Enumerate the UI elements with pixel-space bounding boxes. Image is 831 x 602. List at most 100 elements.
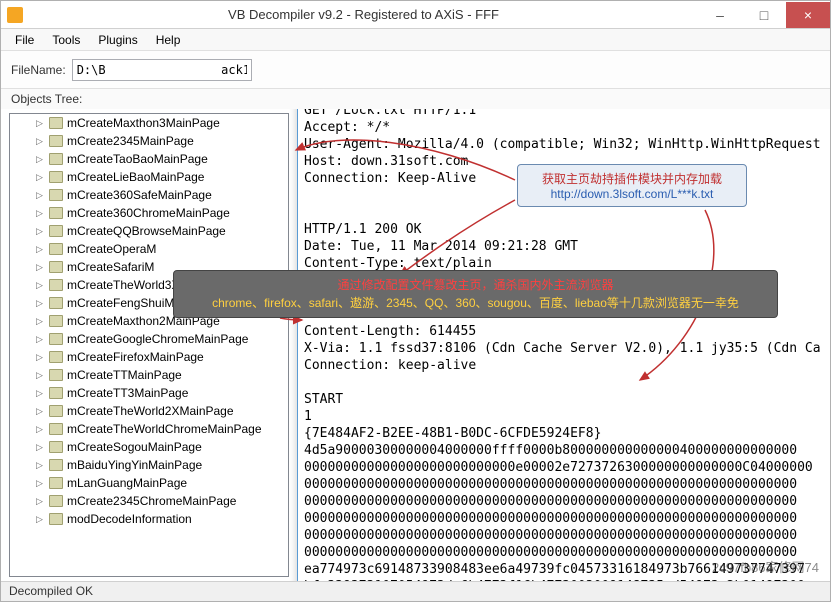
- module-icon: [49, 333, 63, 345]
- tree-item-label: mCreateTaoBaoMainPage: [67, 152, 208, 166]
- filename-input[interactable]: [72, 59, 252, 81]
- module-icon: [49, 513, 63, 525]
- expand-icon[interactable]: ▷: [34, 136, 45, 147]
- menu-tools[interactable]: Tools: [44, 31, 88, 49]
- expand-icon[interactable]: ▷: [34, 406, 45, 417]
- tree-item[interactable]: ▷ mLanGuangMainPage: [10, 474, 288, 492]
- module-icon: [49, 423, 63, 435]
- module-icon: [49, 297, 63, 309]
- titlebar: VB Decompiler v9.2 - Registered to AXiS …: [1, 1, 830, 29]
- tree-item[interactable]: ▷ mCreateTTMainPage: [10, 366, 288, 384]
- annotation-1-line2: http://down.3lsoft.com/L***k.txt: [526, 187, 738, 201]
- expand-icon[interactable]: ▷: [34, 460, 45, 471]
- annotation-callout-2: 通过修改配置文件篡改主页，通杀国内外主流浏览器 chrome、firefox、s…: [173, 270, 778, 318]
- menu-plugins[interactable]: Plugins: [90, 31, 145, 49]
- tree-item[interactable]: ▷ mCreateOperaM: [10, 240, 288, 258]
- annotation-1-line1: 获取主页劫持插件模块并内存加载: [526, 170, 738, 187]
- module-icon: [49, 153, 63, 165]
- tree-item-label: mCreateSogouMainPage: [67, 440, 202, 454]
- tree-item[interactable]: ▷ mCreate360SafeMainPage: [10, 186, 288, 204]
- tree-item[interactable]: ▷mCreateMaxthon3MainPage: [10, 114, 288, 132]
- expand-icon[interactable]: ▷: [34, 262, 45, 273]
- tree-item-label: mLanGuangMainPage: [67, 476, 187, 490]
- tree-item[interactable]: ▷ mCreateFirefoxMainPage: [10, 348, 288, 366]
- module-icon: [49, 315, 63, 327]
- module-icon: [49, 441, 63, 453]
- tree-item[interactable]: ▷ mCreate2345ChromeMainPage: [10, 492, 288, 510]
- expand-icon[interactable]: ▷: [34, 172, 45, 183]
- module-icon: [49, 171, 63, 183]
- annotation-2-line1: 通过修改配置文件篡改主页，通杀国内外主流浏览器: [184, 276, 767, 294]
- app-icon: [7, 7, 23, 23]
- expand-icon[interactable]: ▷: [34, 478, 45, 489]
- filename-label: FileName:: [11, 63, 66, 77]
- tree-item-label: mCreateOperaM: [67, 242, 156, 256]
- annotation-2-line2: chrome、firefox、safari、遨游、2345、QQ、360、sou…: [184, 294, 767, 312]
- tree-item[interactable]: ▷ mCreateTheWorldChromeMainPage: [10, 420, 288, 438]
- expand-icon[interactable]: ▷: [34, 334, 45, 345]
- tree-item-label: mCreateTheWorldChromeMainPage: [67, 422, 262, 436]
- menubar: File Tools Plugins Help: [1, 29, 830, 51]
- expand-icon[interactable]: ▷: [34, 280, 45, 291]
- toolbar: FileName:: [1, 51, 830, 89]
- menu-help[interactable]: Help: [148, 31, 189, 49]
- module-icon: [49, 279, 63, 291]
- tree-item[interactable]: ▷ mCreateQQBrowseMainPage: [10, 222, 288, 240]
- expand-icon[interactable]: ▷: [34, 424, 45, 435]
- tree-item-label: mCreateTT3MainPage: [67, 386, 188, 400]
- module-icon: [49, 477, 63, 489]
- expand-icon[interactable]: ▷: [34, 226, 45, 237]
- expand-icon[interactable]: ▷: [34, 316, 45, 327]
- module-icon: [49, 225, 63, 237]
- statusbar: Decompiled OK: [1, 581, 830, 601]
- tree-item[interactable]: ▷ mCreateTaoBaoMainPage: [10, 150, 288, 168]
- maximize-button[interactable]: □: [742, 2, 786, 28]
- expand-icon[interactable]: ▷: [34, 496, 45, 507]
- expand-icon[interactable]: ▷: [34, 208, 45, 219]
- tree-item-label: mCreateFirefoxMainPage: [67, 350, 204, 364]
- objects-tree-label: Objects Tree:: [1, 89, 830, 109]
- tree-item-label: mCreate2345ChromeMainPage: [67, 494, 236, 508]
- module-icon: [49, 243, 63, 255]
- tree-item-label: mCreateQQBrowseMainPage: [67, 224, 226, 238]
- tree-item[interactable]: ▷mCreateGoogleChromeMainPage: [10, 330, 288, 348]
- watermark: 2c97fb86家修网74: [712, 557, 819, 576]
- expand-icon[interactable]: ▷: [34, 154, 45, 165]
- expand-icon[interactable]: ▷: [34, 352, 45, 363]
- module-icon: [49, 495, 63, 507]
- expand-icon[interactable]: ▷: [34, 298, 45, 309]
- expand-icon[interactable]: ▷: [34, 442, 45, 453]
- tree-item[interactable]: ▷ mCreate360ChromeMainPage: [10, 204, 288, 222]
- tree-item-label: mCreate2345MainPage: [67, 134, 194, 148]
- minimize-button[interactable]: –: [698, 2, 742, 28]
- tree-item-label: mCreate360SafeMainPage: [67, 188, 212, 202]
- tree-item[interactable]: ▷ mCreate2345MainPage: [10, 132, 288, 150]
- tree-item-label: mCreateTheWorld2XMainPage: [67, 404, 234, 418]
- module-icon: [49, 135, 63, 147]
- tree-item[interactable]: ▷ mCreateTT3MainPage: [10, 384, 288, 402]
- close-button[interactable]: ×: [786, 2, 830, 28]
- tree-item[interactable]: ▷ mCreateTheWorld2XMainPage: [10, 402, 288, 420]
- tree-item-label: mCreateTTMainPage: [67, 368, 182, 382]
- module-icon: [49, 189, 63, 201]
- objects-tree[interactable]: ▷mCreateMaxthon3MainPage▷mCreate2345Main…: [9, 113, 289, 577]
- tree-item-label: mCreate360ChromeMainPage: [67, 206, 230, 220]
- module-icon: [49, 351, 63, 363]
- menu-file[interactable]: File: [7, 31, 42, 49]
- tree-item[interactable]: ▷modDecodeInformation: [10, 510, 288, 528]
- annotation-callout-1: 获取主页劫持插件模块并内存加载 http://down.3lsoft.com/L…: [517, 164, 747, 207]
- tree-item[interactable]: ▷mCreateLieBaoMainPage: [10, 168, 288, 186]
- expand-icon[interactable]: ▷: [34, 388, 45, 399]
- expand-icon[interactable]: ▷: [34, 118, 45, 129]
- module-icon: [49, 117, 63, 129]
- expand-icon[interactable]: ▷: [34, 244, 45, 255]
- tree-item[interactable]: ▷ mCreateSogouMainPage: [10, 438, 288, 456]
- tree-item-label: mBaiduYingYinMainPage: [67, 458, 202, 472]
- module-icon: [49, 207, 63, 219]
- module-icon: [49, 261, 63, 273]
- expand-icon[interactable]: ▷: [34, 190, 45, 201]
- expand-icon[interactable]: ▷: [34, 514, 45, 525]
- expand-icon[interactable]: ▷: [34, 370, 45, 381]
- module-icon: [49, 369, 63, 381]
- tree-item[interactable]: ▷ mBaiduYingYinMainPage: [10, 456, 288, 474]
